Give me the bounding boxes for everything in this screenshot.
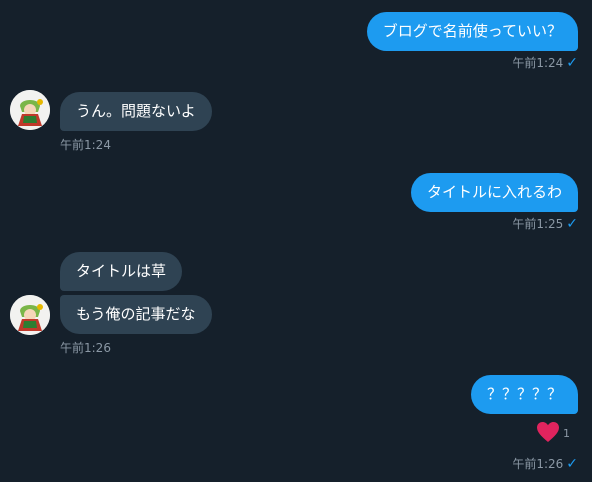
message-text: タイトルに入れるわ: [426, 183, 562, 201]
heart-icon: [536, 421, 560, 446]
message-meta: 午前1:25 ✓: [512, 215, 578, 232]
message-meta: 午前1:24: [60, 136, 111, 153]
message-text: うん。問題ないよ: [76, 102, 196, 120]
message-bubble-outgoing[interactable]: ブログで名前使っていい？: [366, 12, 578, 51]
timestamp: 午前1:26: [60, 341, 111, 355]
timestamp: 午前1:25: [512, 217, 564, 231]
check-icon: ✓: [566, 215, 578, 232]
reaction-count: 1: [563, 427, 570, 440]
message-meta: 午前1:24 ✓: [512, 54, 578, 71]
timestamp: 午前1:26: [512, 457, 564, 471]
check-icon: ✓: [566, 54, 578, 71]
check-icon: ✓: [566, 455, 578, 472]
message-meta: 午前1:26 ✓: [512, 455, 578, 472]
avatar[interactable]: [10, 295, 50, 335]
message-bubble-incoming[interactable]: うん。問題ないよ: [60, 92, 212, 131]
message-text: もう俺の記事だな: [76, 305, 196, 323]
message-bubble-outgoing[interactable]: タイトルに入れるわ: [410, 173, 578, 212]
message-bubble-outgoing[interactable]: ？？？？？: [470, 375, 578, 414]
message-bubble-incoming[interactable]: もう俺の記事だな: [60, 295, 212, 334]
message-meta: 午前1:26: [60, 339, 111, 356]
timestamp: 午前1:24: [60, 138, 111, 152]
message-text: ブログで名前使っていい？: [382, 22, 562, 40]
message-text: ？？？？？: [486, 385, 562, 403]
timestamp: 午前1:24: [512, 56, 564, 70]
message-bubble-incoming[interactable]: タイトルは草: [60, 252, 183, 291]
reaction[interactable]: 1: [536, 421, 570, 446]
message-text: タイトルは草: [76, 262, 167, 280]
avatar[interactable]: [10, 90, 50, 130]
